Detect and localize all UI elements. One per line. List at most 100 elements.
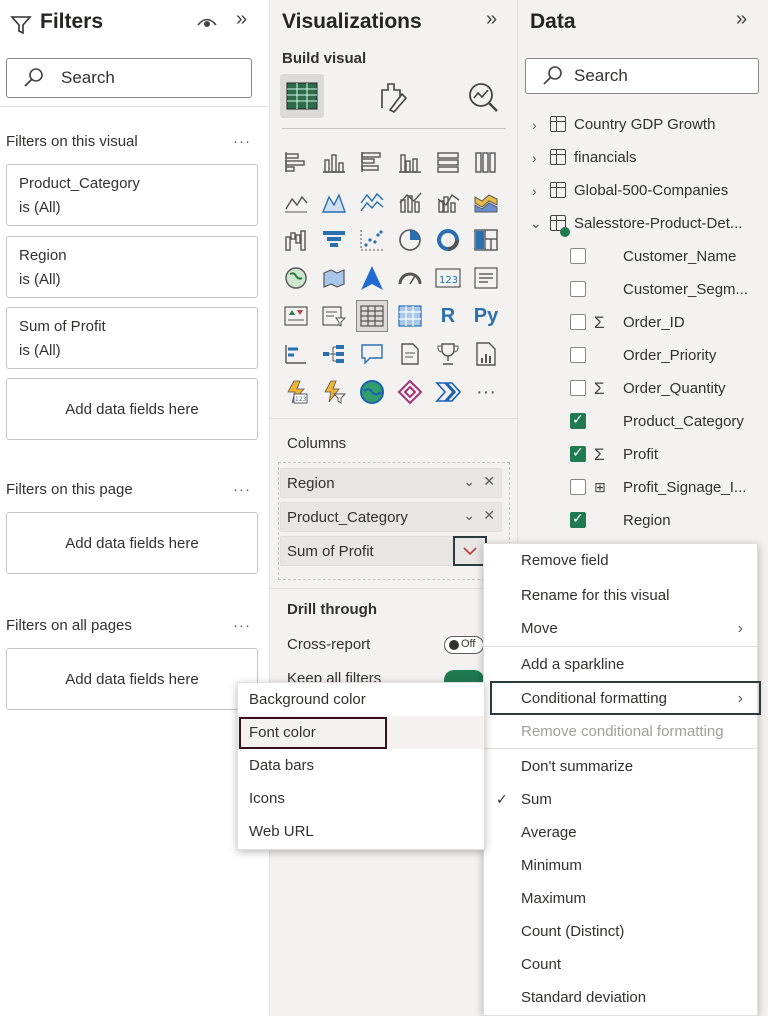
treemap-icon[interactable]	[470, 224, 502, 256]
table-icon[interactable]	[356, 300, 388, 332]
filled-map-icon[interactable]	[318, 262, 350, 294]
add-data-fields-all-pages[interactable]: Add data fields here	[6, 648, 258, 710]
funnel-chart-icon[interactable]	[318, 224, 350, 256]
menu-item-maximum[interactable]: Maximum	[484, 882, 759, 915]
area-chart-icon[interactable]	[318, 186, 350, 218]
field-row[interactable]: Product_Category	[518, 405, 768, 438]
arcgis-map-icon[interactable]	[356, 376, 388, 408]
key-influencers-icon[interactable]	[280, 338, 312, 370]
menu-item-sum[interactable]: ✓ Sum	[484, 783, 759, 816]
table-node[interactable]: › Global-500-Companies	[518, 174, 768, 207]
checkbox[interactable]	[570, 281, 586, 297]
chevron-down-icon[interactable]: ⌄	[530, 215, 542, 232]
column-field-product-category[interactable]: Product_Category ⌄ ✕	[280, 502, 502, 532]
checkbox[interactable]	[570, 380, 586, 396]
checkbox[interactable]	[570, 314, 586, 330]
stacked-area-chart-icon[interactable]	[356, 186, 388, 218]
menu-item-add-sparkline[interactable]: Add a sparkline	[484, 648, 759, 681]
filter-card-region[interactable]: Region is (All)	[6, 236, 258, 298]
data-search-input[interactable]: Search	[525, 58, 759, 94]
more-options-icon[interactable]: ···	[233, 133, 251, 150]
more-options-icon[interactable]: ···	[233, 481, 251, 498]
clustered-bar-chart-icon[interactable]	[356, 146, 388, 178]
field-row[interactable]: Customer_Name	[518, 240, 768, 273]
checkbox-checked[interactable]	[570, 444, 586, 462]
add-data-fields-visual[interactable]: Add data fields here	[6, 378, 258, 440]
filters-search-input[interactable]: Search	[6, 58, 252, 98]
field-row[interactable]: Σ Order_Quantity	[518, 372, 768, 405]
chevron-right-icon[interactable]: ›	[532, 117, 537, 133]
remove-field-icon[interactable]: ✕	[483, 507, 495, 524]
stacked-bar-chart-icon[interactable]	[280, 146, 312, 178]
column-field-sum-of-profit[interactable]: Sum of Profit	[280, 536, 460, 566]
more-options-icon[interactable]: ···	[233, 617, 251, 634]
checkbox-checked[interactable]	[570, 411, 586, 429]
100-stacked-bar-chart-icon[interactable]	[432, 146, 464, 178]
line-chart-icon[interactable]	[280, 186, 312, 218]
submenu-item-background-color[interactable]: Background color	[238, 683, 484, 716]
chevron-down-icon[interactable]: ⌄	[463, 507, 475, 524]
decomposition-tree-icon[interactable]	[318, 338, 350, 370]
field-options-dropdown-button[interactable]	[453, 536, 487, 566]
checkbox[interactable]	[570, 479, 586, 495]
map-icon[interactable]	[280, 262, 312, 294]
line-and-clustered-column-icon[interactable]	[432, 186, 464, 218]
multi-row-card-icon[interactable]	[470, 262, 502, 294]
field-row[interactable]: Order_Priority	[518, 339, 768, 372]
menu-item-count[interactable]: Count	[484, 948, 759, 981]
checkbox[interactable]	[570, 248, 586, 264]
gauge-icon[interactable]	[394, 262, 426, 294]
chevron-right-icon[interactable]: ›	[532, 150, 537, 166]
power-automate-icon[interactable]	[432, 376, 464, 408]
table-node[interactable]: › financials	[518, 141, 768, 174]
paginated-report-icon[interactable]	[470, 338, 502, 370]
field-row[interactable]: ⊞ Profit_Signage_I...	[518, 471, 768, 504]
add-data-fields-page[interactable]: Add data fields here	[6, 512, 258, 574]
menu-item-move-menu-item[interactable]: Move ›	[484, 612, 759, 645]
keep-all-filters-toggle[interactable]	[444, 670, 484, 682]
r-script-visual-icon[interactable]: R	[432, 300, 464, 332]
azure-map-icon[interactable]	[356, 262, 388, 294]
card-icon[interactable]: 123	[432, 262, 464, 294]
slicer-icon[interactable]	[318, 300, 350, 332]
cross-report-toggle[interactable]: Off	[444, 636, 484, 654]
table-node[interactable]: › Country GDP Growth	[518, 108, 768, 141]
100-stacked-column-chart-icon[interactable]	[470, 146, 502, 178]
power-apps-slicer-icon[interactable]	[318, 376, 350, 408]
submenu-item-icons[interactable]: Icons	[238, 782, 484, 815]
smart-narrative-icon[interactable]	[394, 338, 426, 370]
eye-icon[interactable]	[196, 14, 218, 32]
column-field-region[interactable]: Region ⌄ ✕	[280, 468, 502, 498]
field-row[interactable]: Region	[518, 504, 768, 537]
matrix-icon[interactable]	[394, 300, 426, 332]
chevron-right-icon[interactable]: ›	[532, 183, 537, 199]
field-row[interactable]: Customer_Segm...	[518, 273, 768, 306]
field-row[interactable]: Σ Profit	[518, 438, 768, 471]
kpi-icon[interactable]	[280, 300, 312, 332]
menu-item-dont-summarize[interactable]: Don't summarize	[484, 750, 759, 783]
power-apps-card-icon[interactable]: 123	[280, 376, 312, 408]
remove-field-icon[interactable]: ✕	[483, 473, 495, 490]
ribbon-chart-icon[interactable]	[470, 186, 502, 218]
submenu-item-data-bars[interactable]: Data bars	[238, 749, 484, 782]
filter-card-sum-of-profit[interactable]: Sum of Profit is (All)	[6, 307, 258, 369]
collapse-data-icon[interactable]: »	[736, 8, 747, 31]
build-visual-tab[interactable]	[280, 74, 324, 118]
menu-item-standard-deviation[interactable]: Standard deviation	[484, 981, 759, 1014]
pie-chart-icon[interactable]	[394, 224, 426, 256]
waterfall-chart-icon[interactable]	[280, 224, 312, 256]
goals-trophy-icon[interactable]	[432, 338, 464, 370]
field-row[interactable]: Σ Order_ID	[518, 306, 768, 339]
stacked-column-chart-icon[interactable]	[318, 146, 350, 178]
collapse-visualizations-icon[interactable]: »	[486, 8, 497, 31]
clustered-column-chart-icon[interactable]	[394, 146, 426, 178]
menu-item-count-distinct[interactable]: Count (Distinct)	[484, 915, 759, 948]
donut-chart-icon[interactable]	[432, 224, 464, 256]
analytics-icon[interactable]	[466, 80, 500, 114]
scatter-chart-icon[interactable]	[356, 224, 388, 256]
menu-item-average[interactable]: Average	[484, 816, 759, 849]
menu-item-minimum[interactable]: Minimum	[484, 849, 759, 882]
qa-visual-icon[interactable]	[356, 338, 388, 370]
checkbox[interactable]	[570, 347, 586, 363]
menu-item-remove-field[interactable]: Remove field	[484, 544, 759, 577]
